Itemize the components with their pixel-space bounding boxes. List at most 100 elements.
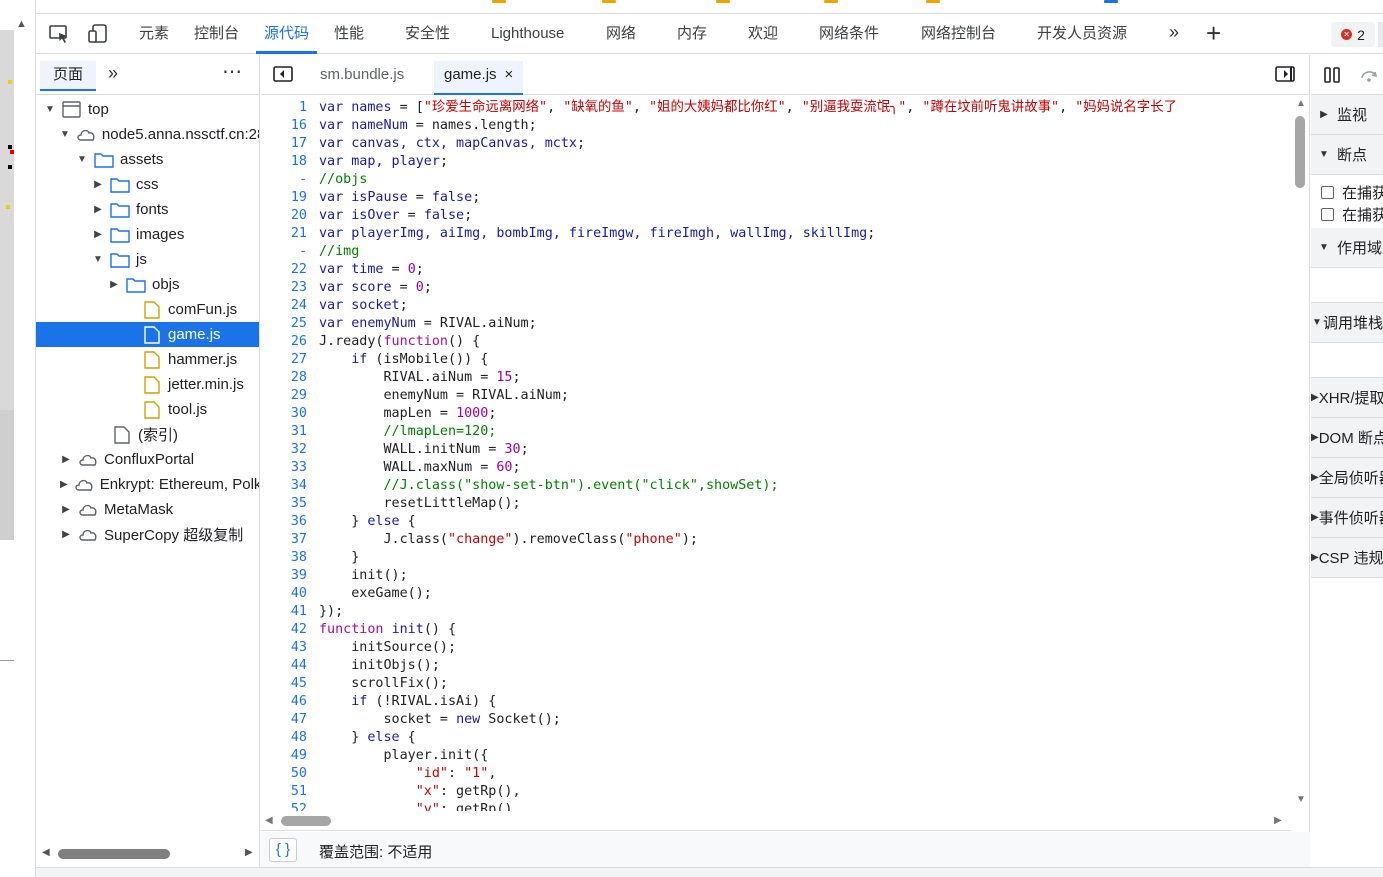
line-number[interactable]: 23: [261, 279, 307, 297]
code-line[interactable]: 25 var enemyNum = RIVAL.aiNum;: [261, 315, 1291, 333]
code-line[interactable]: 52 "y": getRp(),: [261, 801, 1291, 811]
expand-arrow-right-icon[interactable]: ▶: [92, 204, 104, 215]
scrollbar-thumb[interactable]: [1295, 116, 1305, 188]
tab-network[interactable]: 网络: [606, 14, 636, 54]
tab-sources[interactable]: 源代码: [255, 14, 318, 54]
expand-arrow-down-icon[interactable]: ▼: [1311, 317, 1323, 328]
code-line[interactable]: 30 mapLen = 1000;: [261, 405, 1291, 423]
code-line[interactable]: 20 var isOver = false;: [261, 207, 1291, 225]
tree-item[interactable]: (索引): [36, 422, 259, 447]
tree-item[interactable]: ▶ objs: [36, 272, 259, 297]
scrollbar-thumb[interactable]: [58, 849, 170, 859]
expand-arrow-right-icon[interactable]: ▶: [1311, 432, 1319, 443]
code-line[interactable]: -//img: [261, 243, 1291, 261]
line-number[interactable]: 24: [261, 297, 307, 315]
step-over-icon[interactable]: [1359, 67, 1379, 83]
expand-arrow-right-icon[interactable]: ▶: [1311, 512, 1319, 523]
line-number[interactable]: 43: [261, 639, 307, 657]
line-number[interactable]: 39: [261, 567, 307, 585]
scroll-right-icon[interactable]: ▶: [245, 847, 253, 858]
line-number[interactable]: 31: [261, 423, 307, 441]
debugger-section-header[interactable]: ▶事件侦听器断点: [1311, 498, 1383, 538]
line-number[interactable]: 18: [261, 153, 307, 171]
tab-page[interactable]: 页面: [40, 61, 96, 91]
tab-performance[interactable]: 性能: [334, 14, 364, 54]
checkbox[interactable]: [1321, 186, 1334, 199]
code-view[interactable]: 1 var names = ["珍爱生命远离网络", "缺氧的鱼", "姐的大姨妈…: [261, 96, 1291, 811]
line-number[interactable]: 30: [261, 405, 307, 423]
tab-developer-resources[interactable]: 开发人员资源: [1037, 14, 1127, 54]
expand-arrow-right-icon[interactable]: ▶: [60, 479, 68, 490]
tab-network-conditions[interactable]: 网络条件: [819, 14, 879, 54]
expand-arrow-down-icon[interactable]: ▼: [60, 129, 70, 140]
tab-security[interactable]: 安全性: [405, 14, 450, 54]
line-number[interactable]: 34: [261, 477, 307, 495]
add-tool-icon[interactable]: +: [1206, 18, 1221, 49]
code-line[interactable]: 32 WALL.initNum = 30;: [261, 441, 1291, 459]
navigator-menu-icon[interactable]: ⋯: [222, 59, 243, 84]
debugger-section-header[interactable]: ▶XHR/提取断点: [1311, 378, 1383, 418]
line-number[interactable]: 32: [261, 441, 307, 459]
code-line[interactable]: 19 var isPause = false;: [261, 189, 1291, 207]
line-number[interactable]: 19: [261, 189, 307, 207]
line-number[interactable]: 33: [261, 459, 307, 477]
pause-on-exception-checkbox[interactable]: 在捕获的异常时暂停: [1321, 204, 1383, 225]
line-number[interactable]: 20: [261, 207, 307, 225]
tab-console[interactable]: 控制台: [194, 14, 239, 54]
expand-arrow-right-icon[interactable]: ▶: [60, 504, 72, 515]
expand-arrow-down-icon[interactable]: ▼: [92, 254, 104, 265]
tree-item[interactable]: ▶ SuperCopy 超级复制: [36, 522, 259, 547]
line-number[interactable]: 35: [261, 495, 307, 513]
expand-arrow-right-icon[interactable]: ▶: [1311, 472, 1319, 483]
debugger-section-header[interactable]: ▼ 断点: [1311, 135, 1383, 175]
expand-arrow-right-icon[interactable]: ▶: [1311, 109, 1337, 120]
tab-memory[interactable]: 内存: [677, 14, 707, 54]
settings-button-edge[interactable]: [1378, 22, 1383, 47]
inspect-element-icon[interactable]: [47, 22, 71, 46]
code-line[interactable]: 40 exeGame();: [261, 585, 1291, 603]
line-number[interactable]: -: [261, 243, 307, 261]
expand-arrow-down-icon[interactable]: ▼: [1311, 149, 1337, 160]
navigator-horizontal-scrollbar[interactable]: ◀ ▶: [36, 843, 259, 867]
line-number[interactable]: 27: [261, 351, 307, 369]
scroll-down-icon[interactable]: ▼: [1296, 794, 1306, 805]
code-line[interactable]: 42 function init() {: [261, 621, 1291, 639]
line-number[interactable]: 22: [261, 261, 307, 279]
scrollbar-thumb[interactable]: [281, 816, 331, 826]
debugger-section-header[interactable]: ▶CSP 违规断点: [1311, 538, 1383, 578]
tree-item[interactable]: tool.js: [36, 397, 259, 422]
tree-item[interactable]: ▼ top: [36, 97, 259, 122]
close-icon[interactable]: ×: [505, 66, 514, 83]
collapse-up-icon[interactable]: ▲: [16, 18, 27, 30]
line-number[interactable]: -: [261, 171, 307, 189]
expand-arrow-right-icon[interactable]: ▶: [92, 229, 104, 240]
line-number[interactable]: 21: [261, 225, 307, 243]
line-number[interactable]: 41: [261, 603, 307, 621]
line-number[interactable]: 36: [261, 513, 307, 531]
code-line[interactable]: 47 socket = new Socket();: [261, 711, 1291, 729]
code-line[interactable]: 16 var nameNum = names.length;: [261, 117, 1291, 135]
pause-on-exception-checkbox[interactable]: 在捕获的异常时暂停: [1321, 182, 1383, 203]
tree-item[interactable]: ▼ assets: [36, 147, 259, 172]
line-number[interactable]: 29: [261, 387, 307, 405]
line-number[interactable]: 48: [261, 729, 307, 747]
tree-item[interactable]: ▶ css: [36, 172, 259, 197]
expand-arrow-right-icon[interactable]: ▶: [1311, 392, 1319, 403]
code-line[interactable]: 48 } else {: [261, 729, 1291, 747]
editor-tab-game-js[interactable]: game.js ×: [434, 61, 524, 95]
code-line[interactable]: 46 if (!RIVAL.isAi) {: [261, 693, 1291, 711]
line-number[interactable]: 26: [261, 333, 307, 351]
tab-elements[interactable]: 元素: [139, 14, 169, 54]
tab-lighthouse[interactable]: Lighthouse: [491, 14, 564, 54]
code-line[interactable]: 49 player.init({: [261, 747, 1291, 765]
line-number[interactable]: 49: [261, 747, 307, 765]
code-line[interactable]: 35 resetLittleMap();: [261, 495, 1291, 513]
line-number[interactable]: 37: [261, 531, 307, 549]
code-line[interactable]: 24 var socket;: [261, 297, 1291, 315]
code-line[interactable]: 18 var map, player;: [261, 153, 1291, 171]
code-line[interactable]: 34 //J.class("show-set-btn").event("clic…: [261, 477, 1291, 495]
code-line[interactable]: 23 var score = 0;: [261, 279, 1291, 297]
line-number[interactable]: 42: [261, 621, 307, 639]
code-line[interactable]: 39 init();: [261, 567, 1291, 585]
pretty-print-button[interactable]: { }: [269, 838, 297, 862]
